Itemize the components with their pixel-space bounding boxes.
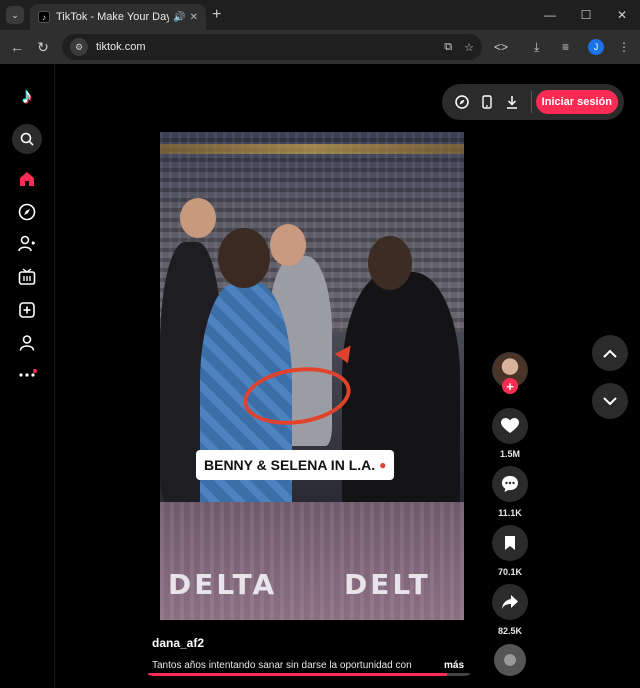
- comment-count: 11.1K: [498, 508, 522, 518]
- tiktok-favicon-icon: ♪: [38, 11, 50, 23]
- comment-button[interactable]: [492, 466, 528, 502]
- video-seat-text-left: DELTA: [168, 568, 278, 601]
- video-author[interactable]: dana_af2: [152, 636, 204, 650]
- login-button[interactable]: Iniciar sesión: [535, 90, 618, 114]
- install-app-icon[interactable]: ⧉: [444, 41, 452, 54]
- location-pin-icon: ●: [379, 458, 387, 472]
- coin-icon[interactable]: [452, 91, 473, 113]
- window-controls: — ☐ ✕: [532, 0, 640, 30]
- browser-menu-icon[interactable]: ⋮: [618, 38, 630, 56]
- following-icon[interactable]: [17, 234, 37, 254]
- video-arena-banner: [160, 144, 464, 154]
- page-viewport: ♪ BENNY & SELENA IN L.A. ● DELTA DELT da…: [0, 64, 640, 688]
- video-progress-bar[interactable]: [148, 673, 470, 676]
- top-action-bar: Iniciar sesión: [442, 84, 624, 120]
- maximize-icon[interactable]: ☐: [568, 0, 604, 30]
- video-caption-overlay: BENNY & SELENA IN L.A. ●: [196, 450, 395, 480]
- chevron-up-icon: [603, 349, 617, 358]
- bookmark-icon: [505, 536, 515, 550]
- music-disc-icon[interactable]: [494, 644, 526, 676]
- more-icon[interactable]: [17, 365, 37, 385]
- video-card[interactable]: BENNY & SELENA IN L.A. ● DELTA DELT dana…: [140, 76, 478, 676]
- upload-icon[interactable]: [17, 300, 37, 320]
- video-description: Tantos años intentando sanar sin darse l…: [152, 660, 412, 671]
- share-count: 82.5K: [497, 626, 523, 636]
- share-button[interactable]: [492, 584, 528, 620]
- chevron-down-icon: [603, 396, 617, 405]
- save-button[interactable]: [492, 525, 528, 561]
- tab-close-icon[interactable]: ✕: [190, 12, 198, 23]
- live-icon[interactable]: [17, 267, 37, 287]
- video-person-head: [180, 198, 216, 238]
- devtools-code-icon[interactable]: <>: [494, 38, 508, 56]
- video-progress-fill: [148, 673, 448, 676]
- tab-search-button[interactable]: ⌄: [6, 6, 24, 24]
- url-text: tiktok.com: [96, 41, 146, 53]
- profile-button[interactable]: J: [588, 38, 604, 56]
- explore-icon[interactable]: [17, 202, 37, 222]
- profile-icon[interactable]: [17, 333, 37, 353]
- browser-tab[interactable]: ♪ TikTok - Make Your Day 🔊 ✕: [30, 4, 206, 30]
- video-seat-text-right: DELT: [344, 568, 431, 601]
- audio-playing-icon[interactable]: 🔊: [173, 12, 185, 23]
- left-sidebar: ♪: [0, 64, 55, 688]
- new-tab-button[interactable]: +: [212, 6, 221, 24]
- window-close-icon[interactable]: ✕: [604, 0, 640, 30]
- share-arrow-icon: [502, 595, 518, 609]
- site-info-icon[interactable]: ⚙: [70, 38, 88, 56]
- comment-icon: [502, 476, 518, 492]
- next-video-button[interactable]: [592, 383, 628, 419]
- video-person: [342, 272, 460, 532]
- browser-tab-strip: ⌄ ♪ TikTok - Make Your Day 🔊 ✕ + — ☐ ✕: [0, 0, 640, 30]
- video-person-head: [368, 236, 412, 290]
- address-bar[interactable]: ⚙ tiktok.com ⧉ ☆: [62, 34, 482, 60]
- divider: [530, 91, 532, 113]
- media-controls-icon[interactable]: ≡: [562, 38, 569, 56]
- video-person-head: [218, 228, 270, 288]
- reload-icon[interactable]: ↻: [34, 38, 52, 56]
- notification-dot: [33, 369, 37, 373]
- follow-plus-icon[interactable]: +: [502, 378, 518, 394]
- video-player[interactable]: BENNY & SELENA IN L.A. ● DELTA DELT: [160, 132, 464, 620]
- previous-video-button[interactable]: [592, 335, 628, 371]
- profile-avatar: J: [588, 39, 604, 55]
- minimize-icon[interactable]: —: [532, 0, 568, 30]
- like-count: 1.5M: [499, 449, 520, 459]
- tiktok-logo-icon[interactable]: ♪: [15, 84, 39, 108]
- video-person-head: [270, 224, 306, 266]
- video-seats: [160, 502, 464, 620]
- save-count: 70.1K: [497, 567, 523, 577]
- browser-toolbar: ← ↻ ⚙ tiktok.com ⧉ ☆ <> ⤓ ≡ J ⋮: [0, 30, 640, 64]
- home-icon[interactable]: [17, 169, 37, 189]
- video-caption-text: BENNY & SELENA IN L.A.: [204, 457, 376, 473]
- back-icon[interactable]: ←: [8, 38, 26, 56]
- download-icon[interactable]: ⤓: [534, 38, 539, 56]
- description-more-link[interactable]: más: [444, 660, 464, 671]
- heart-icon: [501, 418, 519, 433]
- like-button[interactable]: [492, 408, 528, 444]
- bookmark-star-icon[interactable]: ☆: [464, 41, 474, 54]
- action-rail: + 1.5M 11.1K 70.1K 82.5K: [490, 64, 530, 688]
- search-icon[interactable]: [12, 124, 42, 154]
- tab-title: TikTok - Make Your Day: [56, 11, 170, 23]
